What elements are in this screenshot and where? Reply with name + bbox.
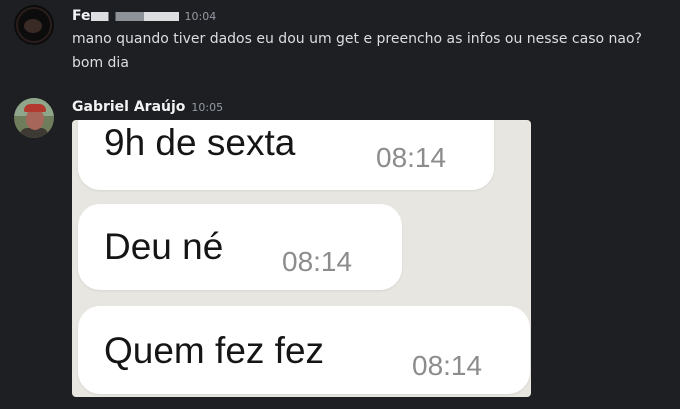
redacted-username: [90, 11, 179, 21]
message-header: Gabriel Araújo 10:05: [72, 99, 223, 115]
timestamp[interactable]: 10:04: [185, 10, 217, 23]
bubble-text: Quem fez fez: [104, 330, 325, 371]
bubble-text: Deu né: [104, 226, 224, 267]
avatar-hat: [24, 104, 46, 112]
message-text: mano quando tiver dados eu dou um get e …: [72, 31, 642, 47]
username[interactable]: Gabriel Araújo: [72, 99, 185, 115]
timestamp[interactable]: 10:05: [191, 101, 223, 114]
bubble-time: 08:14: [282, 246, 353, 277]
message-header: Fe 10:04: [72, 8, 216, 24]
avatar-figure: [24, 19, 42, 33]
chat-bubble: Deu né 08:14: [78, 204, 402, 290]
avatar[interactable]: [14, 5, 54, 45]
bubble-text: 9h de sexta: [104, 122, 296, 163]
message-text: bom dia: [72, 55, 129, 71]
image-attachment[interactable]: 9h de sexta 08:14 Deu né 08:14 Quem fez …: [72, 120, 531, 397]
bubble-time: 08:14: [376, 142, 447, 173]
username[interactable]: Fe: [72, 8, 179, 24]
username-text: Fe: [72, 8, 91, 24]
avatar[interactable]: [14, 98, 54, 138]
bubble-time: 08:14: [412, 350, 483, 381]
chat-bubble: 9h de sexta 08:14: [78, 120, 494, 190]
chat-bubble: Quem fez fez 08:14: [78, 306, 530, 394]
